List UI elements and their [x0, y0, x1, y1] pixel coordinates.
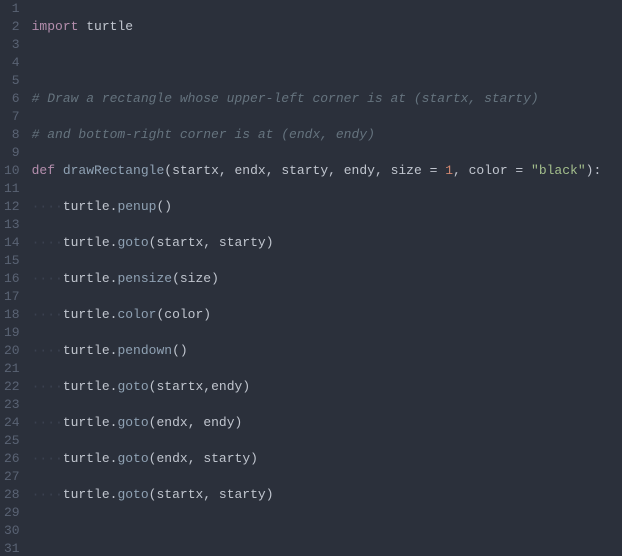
- line-number: 17: [4, 288, 20, 306]
- code-line[interactable]: ····turtle.pendown(): [32, 342, 622, 360]
- line-number: 10: [4, 162, 20, 180]
- line-number: 15: [4, 252, 20, 270]
- code-line[interactable]: ····turtle.goto(endx, starty): [32, 450, 622, 468]
- code-line[interactable]: [32, 522, 622, 540]
- line-number: 1: [4, 0, 20, 18]
- code-line[interactable]: def drawRectangle(startx, endx, starty, …: [32, 162, 622, 180]
- line-number: 28: [4, 486, 20, 504]
- code-line[interactable]: # and bottom-right corner is at (endx, e…: [32, 126, 622, 144]
- line-number: 3: [4, 36, 20, 54]
- line-number: 31: [4, 540, 20, 556]
- line-number: 21: [4, 360, 20, 378]
- line-number: 4: [4, 54, 20, 72]
- code-line[interactable]: ····turtle.goto(startx,endy): [32, 378, 622, 396]
- line-number: 5: [4, 72, 20, 90]
- code-line[interactable]: # Draw a rectangle whose upper-left corn…: [32, 90, 622, 108]
- line-number: 18: [4, 306, 20, 324]
- line-number: 8: [4, 126, 20, 144]
- line-number: 7: [4, 108, 20, 126]
- line-number: 20: [4, 342, 20, 360]
- code-area[interactable]: import turtle # Draw a rectangle whose u…: [28, 0, 622, 556]
- line-number: 19: [4, 324, 20, 342]
- line-number: 2: [4, 18, 20, 36]
- line-number: 27: [4, 468, 20, 486]
- code-line[interactable]: import turtle: [32, 18, 622, 36]
- line-number: 22: [4, 378, 20, 396]
- line-number: 12: [4, 198, 20, 216]
- code-line[interactable]: ····turtle.goto(startx, starty): [32, 486, 622, 504]
- line-number: 23: [4, 396, 20, 414]
- line-number: 29: [4, 504, 20, 522]
- code-editor[interactable]: 1 2 3 4 5 6 7 8 9 10 11 12 13 14 15 16 1…: [0, 0, 622, 556]
- line-number: 30: [4, 522, 20, 540]
- line-number: 16: [4, 270, 20, 288]
- code-line[interactable]: ····turtle.goto(endx, endy): [32, 414, 622, 432]
- line-number: 13: [4, 216, 20, 234]
- line-number-gutter: 1 2 3 4 5 6 7 8 9 10 11 12 13 14 15 16 1…: [0, 0, 28, 556]
- line-number: 24: [4, 414, 20, 432]
- code-line[interactable]: [32, 54, 622, 72]
- line-number: 14: [4, 234, 20, 252]
- line-number: 25: [4, 432, 20, 450]
- code-line[interactable]: ····turtle.pensize(size): [32, 270, 622, 288]
- code-line[interactable]: ····turtle.goto(startx, starty): [32, 234, 622, 252]
- line-number: 6: [4, 90, 20, 108]
- code-line[interactable]: ····turtle.color(color): [32, 306, 622, 324]
- line-number: 26: [4, 450, 20, 468]
- code-line[interactable]: ····turtle.penup(): [32, 198, 622, 216]
- line-number: 11: [4, 180, 20, 198]
- line-number: 9: [4, 144, 20, 162]
